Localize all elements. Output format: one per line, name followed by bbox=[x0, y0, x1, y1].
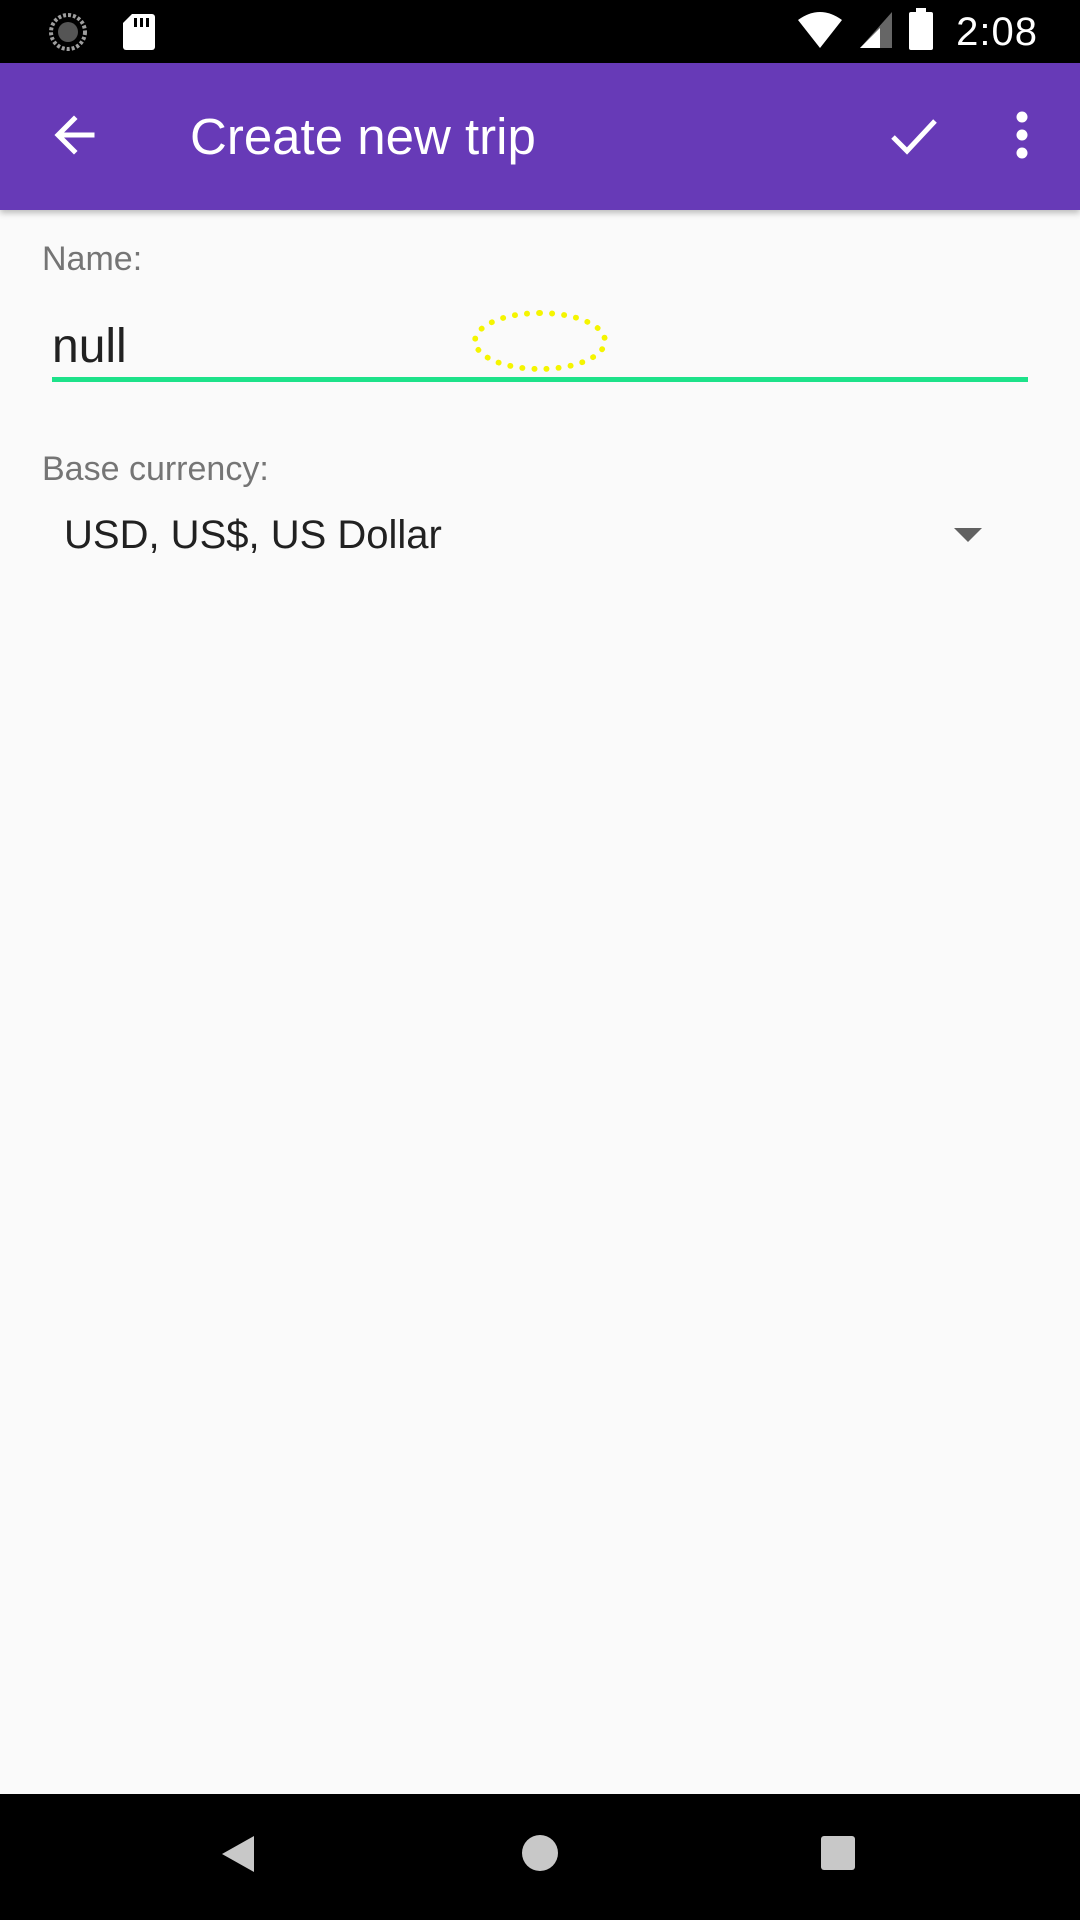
touch-indicator bbox=[472, 310, 608, 372]
name-input-underline bbox=[52, 377, 1028, 382]
status-right-icons: 2:08 bbox=[796, 8, 1038, 57]
nav-back-icon[interactable] bbox=[222, 1836, 254, 1872]
wifi-icon bbox=[796, 10, 844, 55]
cell-signal-icon bbox=[858, 10, 894, 55]
save-button[interactable] bbox=[877, 101, 949, 173]
status-bar: 2:08 bbox=[0, 0, 1080, 63]
more-options-button[interactable] bbox=[990, 101, 1054, 173]
page-title: Create new trip bbox=[190, 108, 536, 165]
check-icon bbox=[887, 109, 939, 166]
name-label: Name: bbox=[42, 240, 143, 278]
nav-home-icon[interactable] bbox=[522, 1835, 558, 1871]
base-currency-dropdown[interactable]: USD, US$, US Dollar bbox=[52, 500, 1012, 570]
sd-card-icon bbox=[122, 12, 156, 57]
dropdown-arrow-icon bbox=[954, 528, 982, 542]
more-vert-icon bbox=[1014, 111, 1030, 164]
base-currency-label: Base currency: bbox=[42, 450, 269, 488]
status-time: 2:08 bbox=[956, 10, 1038, 54]
nav-recents-icon[interactable] bbox=[821, 1836, 855, 1870]
back-arrow-icon bbox=[50, 111, 98, 164]
back-button[interactable] bbox=[38, 101, 110, 173]
battery-icon bbox=[908, 8, 934, 57]
status-left-icons bbox=[48, 12, 156, 57]
sync-icon bbox=[48, 12, 88, 57]
system-nav-bar bbox=[0, 1794, 1080, 1920]
base-currency-value: USD, US$, US Dollar bbox=[64, 512, 442, 557]
app-bar: Create new trip bbox=[0, 63, 1080, 210]
